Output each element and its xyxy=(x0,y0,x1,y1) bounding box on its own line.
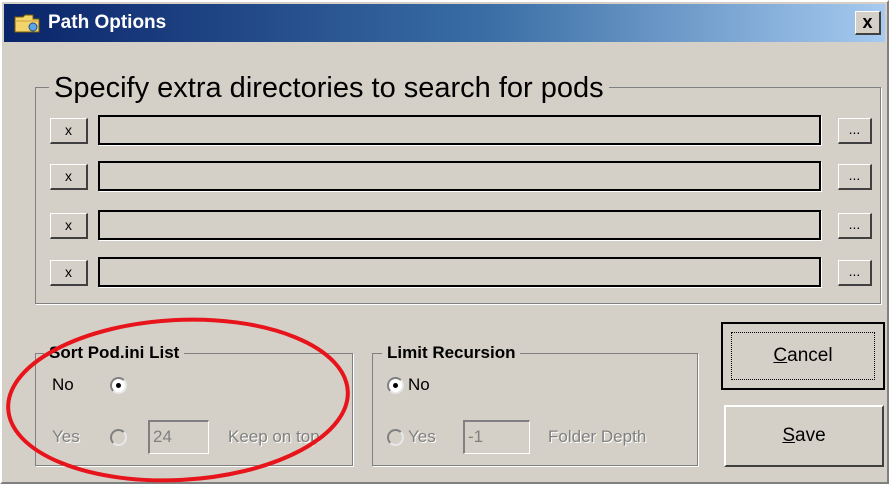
sort-yes-radio[interactable] xyxy=(110,429,127,446)
recursion-heading: Limit Recursion xyxy=(382,342,521,364)
recursion-yes-label: Yes xyxy=(408,427,436,446)
folder-icon xyxy=(14,14,40,33)
path-options-dialog: Path Options x Specify extra directories… xyxy=(0,0,889,484)
sort-no-label: No xyxy=(52,375,74,394)
keep-on-top-count-input[interactable]: 24 xyxy=(148,420,209,454)
sort-heading: Sort Pod.ini List xyxy=(44,342,185,364)
recursion-no-label: No xyxy=(408,375,430,394)
browse-button-1[interactable]: ... xyxy=(838,118,872,144)
remove-path-button-1[interactable]: x xyxy=(50,118,88,144)
focus-rectangle xyxy=(731,332,875,380)
path-field-1[interactable] xyxy=(98,115,821,145)
path-field-3[interactable] xyxy=(98,210,821,240)
sort-yes-label: Yes xyxy=(52,427,80,446)
recursion-yes-radio[interactable] xyxy=(387,429,404,446)
directories-heading: Specify extra directories to search for … xyxy=(49,72,609,104)
save-label: ave xyxy=(795,425,826,446)
folder-depth-input[interactable]: -1 xyxy=(463,420,530,454)
browse-button-3[interactable]: ... xyxy=(838,213,872,239)
save-accelerator: S xyxy=(782,425,796,446)
keep-on-top-label: Keep on top xyxy=(228,427,320,446)
cancel-button[interactable]: Cancel xyxy=(721,322,885,390)
remove-path-button-3[interactable]: x xyxy=(50,213,88,239)
recursion-group xyxy=(372,353,698,466)
browse-button-2[interactable]: ... xyxy=(838,164,872,190)
recursion-no-radio[interactable] xyxy=(387,377,404,394)
path-field-2[interactable] xyxy=(98,161,821,191)
path-field-4[interactable] xyxy=(98,257,821,287)
remove-path-button-4[interactable]: x xyxy=(50,260,88,286)
folder-depth-label: Folder Depth xyxy=(548,427,647,446)
sort-no-radio[interactable] xyxy=(110,377,127,394)
save-button[interactable]: Save xyxy=(724,405,884,467)
remove-path-button-2[interactable]: x xyxy=(50,164,88,190)
title-bar[interactable]: Path Options x xyxy=(4,4,885,42)
browse-button-4[interactable]: ... xyxy=(838,260,872,286)
close-button[interactable]: x xyxy=(855,11,881,35)
window-title: Path Options xyxy=(48,12,167,33)
